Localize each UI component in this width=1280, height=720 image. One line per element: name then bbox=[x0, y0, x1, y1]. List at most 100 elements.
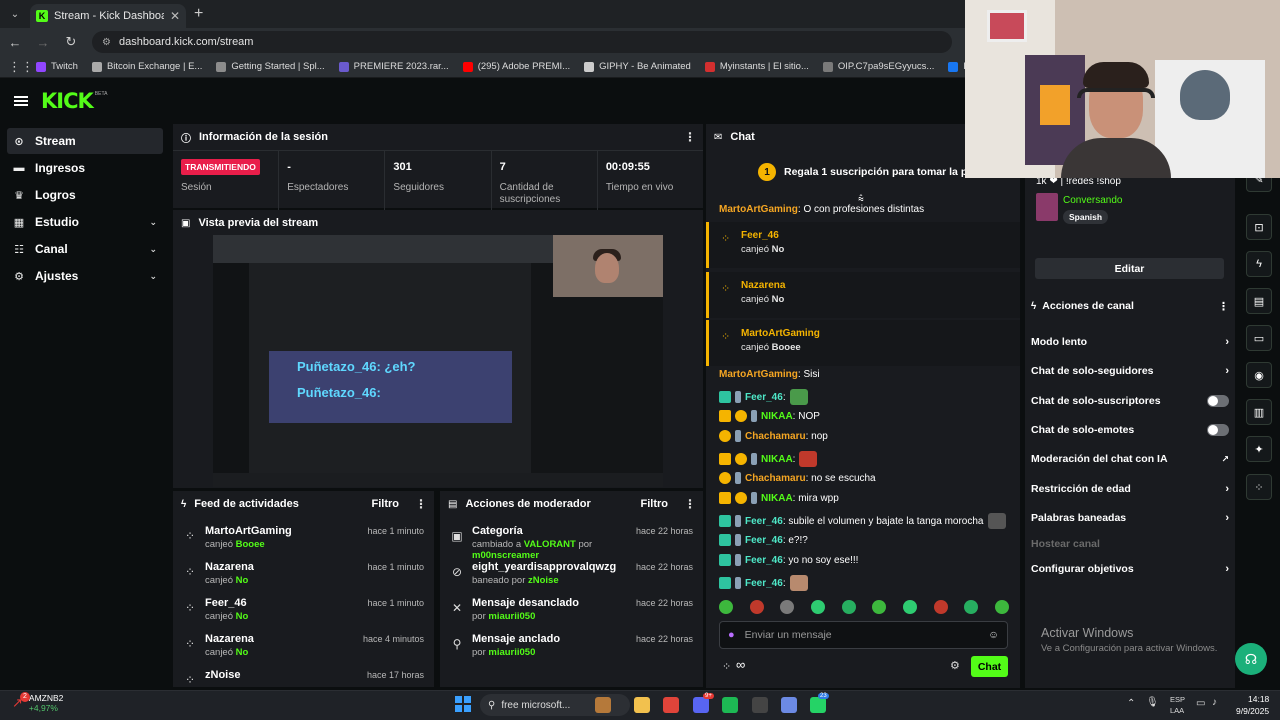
input-language-top[interactable]: ESP bbox=[1170, 695, 1185, 704]
channel-action-item[interactable]: Configurar objetivos › bbox=[1031, 559, 1229, 579]
site-info-icon[interactable]: ⚙ bbox=[102, 37, 111, 48]
camel-wallpaper-icon[interactable] bbox=[595, 697, 611, 713]
layout-icon-button[interactable]: ▥ bbox=[1246, 399, 1272, 425]
channel-action-item[interactable]: Chat de solo-emotes bbox=[1031, 420, 1229, 440]
microphone-icon[interactable]: ● bbox=[728, 629, 735, 641]
reload-icon[interactable]: ↻ bbox=[64, 34, 78, 50]
points-icon-button[interactable]: ⁘ bbox=[1246, 474, 1272, 500]
sidebar-item-ajustes[interactable]: ⚙ Ajustes ⌄ bbox=[7, 263, 163, 289]
more-options-icon[interactable]: ⋮ bbox=[684, 497, 696, 511]
moderator-action-item[interactable]: ⚲ Mensaje anclado por miaurii050 hace 22 ho… bbox=[440, 625, 703, 661]
chevron-right-icon[interactable]: › bbox=[1225, 563, 1229, 575]
channel-action-item[interactable]: Chat de solo-seguidores › bbox=[1031, 361, 1229, 381]
chat-username[interactable]: Feer_46 bbox=[745, 516, 783, 527]
chevron-down-icon[interactable]: ⌄ bbox=[149, 217, 157, 228]
chat-username[interactable]: NIKAA bbox=[761, 493, 793, 504]
bookmark-item[interactable]: (295) Adobe PREMI... bbox=[462, 61, 570, 72]
tray-chevron-icon[interactable]: ⌃ bbox=[1127, 698, 1135, 709]
external-link-icon[interactable]: ↗ bbox=[1221, 454, 1229, 465]
bookmark-item[interactable]: GIPHY - Be Animated bbox=[584, 61, 691, 72]
chat-icon-button[interactable]: ▭ bbox=[1246, 325, 1272, 351]
emote-icon[interactable] bbox=[994, 600, 1009, 614]
sidebar-item-logros[interactable]: ♛ Logros bbox=[7, 182, 163, 208]
chevron-right-icon[interactable]: › bbox=[1225, 512, 1229, 524]
vs-code-icon[interactable] bbox=[781, 697, 797, 713]
redeem-user[interactable]: Feer_46 bbox=[741, 230, 779, 241]
discord-icon[interactable] bbox=[693, 697, 709, 713]
back-arrow-icon[interactable]: ← bbox=[8, 35, 22, 50]
chat-message[interactable]: MartoArtGaming: O con profesiones distin… bbox=[719, 204, 924, 215]
chat-username[interactable]: Chachamaru bbox=[745, 431, 806, 442]
emote-icon[interactable] bbox=[780, 600, 795, 614]
kick-points-icon[interactable]: ⁘ bbox=[722, 660, 731, 673]
emote-icon[interactable] bbox=[719, 600, 733, 614]
edit-channel-button[interactable]: Editar bbox=[1035, 258, 1224, 279]
bookmark-item[interactable]: OIP.C7pa9sEGyyucs... bbox=[822, 61, 934, 72]
chat-message[interactable]: MartoArtGaming: Sisi bbox=[719, 369, 820, 380]
chat-redeem-event[interactable]: ⁘ MartoArtGaming canjeó Booee bbox=[706, 320, 1020, 366]
chat-username[interactable]: Feer_46 bbox=[745, 392, 783, 403]
chat-username[interactable]: Chachamaru bbox=[745, 473, 806, 484]
toggle-switch[interactable] bbox=[1207, 395, 1229, 407]
channel-action-item[interactable]: Palabras baneadas › bbox=[1031, 508, 1229, 528]
chat-username[interactable]: MartoArtGaming bbox=[719, 204, 798, 215]
new-tab-plus-icon[interactable]: + bbox=[194, 5, 203, 23]
apps-grid-icon[interactable]: ⋮⋮ bbox=[8, 59, 34, 75]
chat-message[interactable]: NIKAA: bbox=[719, 451, 818, 467]
forward-arrow-icon[interactable]: → bbox=[36, 35, 50, 50]
emote-icon[interactable] bbox=[872, 600, 887, 614]
channel-action-item[interactable]: Moderación del chat con IA ↗ bbox=[1031, 449, 1229, 469]
emote-icon[interactable] bbox=[964, 600, 979, 614]
chevron-right-icon[interactable]: › bbox=[1225, 365, 1229, 377]
channel-action-item[interactable]: Chat de solo-suscriptores bbox=[1031, 391, 1229, 411]
bookmark-item[interactable]: Myinstants | El sitio... bbox=[704, 61, 809, 72]
chat-message[interactable]: Chachamaru: nop bbox=[719, 430, 828, 442]
chat-redeem-event[interactable]: ⁘ Nazarena canjeó No bbox=[706, 272, 1020, 318]
wrench-icon-button[interactable]: ✦ bbox=[1246, 436, 1272, 462]
redeem-user[interactable]: MartoArtGaming bbox=[741, 328, 820, 339]
chat-message-input[interactable]: ● Enviar un mensaje ☺ bbox=[719, 621, 1008, 649]
activity-item[interactable]: ⁘ MartoArtGaming canjeó Booee hace 1 minuto bbox=[173, 517, 434, 553]
chrome-icon[interactable] bbox=[663, 697, 679, 713]
moderator-action-item[interactable]: ▣ Categoría cambiado a VALORANT por m00nsc… bbox=[440, 517, 703, 561]
emote-icon[interactable] bbox=[902, 600, 917, 614]
more-options-icon[interactable]: ⋮ bbox=[1218, 300, 1229, 313]
activity-filter-button[interactable]: Filtro bbox=[372, 498, 400, 510]
network-icon[interactable]: ▭ bbox=[1196, 698, 1205, 709]
tray-mic-icon[interactable]: 🎙 bbox=[1146, 697, 1159, 708]
chat-message[interactable]: Feer_46: bbox=[719, 575, 808, 591]
whatsapp-icon[interactable] bbox=[810, 697, 826, 713]
obs-icon[interactable] bbox=[752, 697, 768, 713]
bookmark-item[interactable]: Twitch bbox=[36, 61, 78, 72]
channel-action-item[interactable]: Modo lento › bbox=[1031, 332, 1229, 352]
chat-username[interactable]: MartoArtGaming bbox=[719, 369, 798, 380]
hamburger-menu-icon[interactable] bbox=[14, 95, 28, 106]
chat-redeem-event[interactable]: ⁘ Feer_46 canjeó No bbox=[706, 222, 1020, 268]
kick-logo[interactable]: KICK bbox=[41, 89, 94, 113]
spotify-icon[interactable] bbox=[722, 697, 738, 713]
bookmark-item[interactable]: Bitcoin Exchange | E... bbox=[91, 61, 202, 72]
redeem-user[interactable]: Nazarena bbox=[741, 280, 785, 291]
bookmark-item[interactable]: Getting Started | Spl... bbox=[216, 61, 325, 72]
emote-icon[interactable] bbox=[749, 600, 764, 614]
activity-item[interactable]: ⁘ Nazarena canjeó No hace 1 minuto bbox=[173, 553, 434, 589]
chevron-right-icon[interactable]: › bbox=[1225, 336, 1229, 348]
sidebar-item-canal[interactable]: ☷ Canal ⌄ bbox=[7, 236, 163, 262]
chat-username[interactable]: NIKAA bbox=[761, 454, 793, 465]
moderator-action-item[interactable]: ✕ Mensaje desanclado por miaurii050 hace 22… bbox=[440, 589, 703, 625]
category-thumbnail[interactable] bbox=[1036, 193, 1058, 221]
activity-item[interactable]: ⁘ zNoise hace 17 horas bbox=[173, 661, 434, 687]
send-chat-button[interactable]: Chat bbox=[971, 656, 1008, 677]
sidebar-item-ingresos[interactable]: ▬ Ingresos bbox=[7, 155, 163, 181]
chat-message[interactable]: NIKAA: mira wpp bbox=[719, 492, 839, 504]
document-icon-button[interactable]: ▤ bbox=[1246, 288, 1272, 314]
chevron-down-icon[interactable]: ⌄ bbox=[149, 244, 157, 255]
tab-search-chevron-icon[interactable]: ⌄ bbox=[4, 3, 26, 25]
close-icon[interactable]: ✕ bbox=[170, 9, 180, 23]
emoji-icon[interactable]: ☺ bbox=[988, 629, 999, 641]
sidebar-item-stream[interactable]: ⊙ Stream bbox=[7, 128, 163, 154]
browser-tab[interactable]: K Stream - Kick Dashboard ✕ bbox=[30, 4, 186, 28]
volume-icon[interactable]: ♪ bbox=[1212, 697, 1217, 708]
file-explorer-icon[interactable] bbox=[634, 697, 650, 713]
channel-action-item[interactable]: Restricción de edad › bbox=[1031, 479, 1229, 499]
